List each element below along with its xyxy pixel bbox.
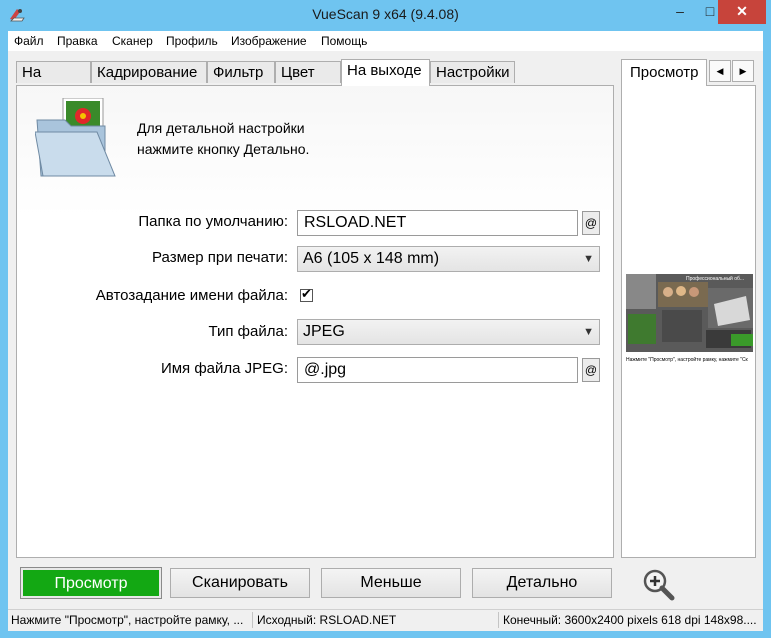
window-title: VueScan 9 x64 (9.4.08): [312, 6, 459, 22]
tab-preview[interactable]: Просмотр: [621, 59, 707, 86]
less-button[interactable]: Меньше: [321, 568, 461, 598]
menu-profile[interactable]: Профиль: [166, 34, 218, 48]
folder-at-button[interactable]: @: [582, 211, 600, 235]
status-bar: Нажмите "Просмотр", настройте рамку, ...…: [8, 609, 763, 631]
file-type-label: Тип файла:: [208, 323, 289, 340]
preview-thumbnail[interactable]: Профессиональный об... Нажмите "Просмотр…: [626, 274, 753, 368]
print-size-select[interactable]: A6 (105 x 148 mm) ▼: [297, 246, 600, 272]
folder-photo-icon: [35, 98, 116, 177]
menu-scanner[interactable]: Сканер: [112, 34, 153, 48]
auto-filename-label: Автозадание имени файла:: [95, 287, 288, 304]
file-type-value: JPEG: [303, 323, 345, 340]
tab-color[interactable]: Цвет: [275, 61, 341, 83]
thumbnail-collage-image: [626, 274, 753, 352]
status-instructions: Нажмите "Просмотр", настройте рамку, ...: [11, 613, 244, 627]
default-folder-label: Папка по умолчанию:: [138, 213, 288, 230]
app-window: VueScan 9 x64 (9.4.08) – □ ✕ Файл Правка…: [0, 0, 771, 638]
checkmark-icon: ✔: [301, 286, 312, 301]
chevron-down-icon: ▼: [583, 253, 594, 265]
info-line-2: нажмите кнопку Детально.: [137, 141, 310, 157]
print-size-value: A6 (105 x 148 mm): [303, 250, 440, 267]
tab-input[interactable]: На входе: [16, 61, 91, 103]
status-output: Конечный: 3600x2400 pixels 618 dpi 148x9…: [503, 613, 757, 627]
chevron-right-icon[interactable]: ▶: [732, 60, 754, 82]
client-area: Файл Правка Сканер Профиль Изображение П…: [8, 31, 763, 631]
scan-button[interactable]: Сканировать: [170, 568, 310, 598]
zoom-in-icon[interactable]: [641, 567, 677, 603]
tab-filter[interactable]: Фильтр: [207, 61, 275, 83]
tab-crop[interactable]: Кадрирование: [91, 61, 207, 83]
menu-edit[interactable]: Правка: [57, 34, 98, 48]
preview-panel: Профессиональный об... Нажмите "Просмотр…: [621, 85, 756, 558]
menu-bar: Файл Правка Сканер Профиль Изображение П…: [8, 31, 763, 51]
thumbnail-caption: Нажмите "Просмотр", настройте рамку, наж…: [626, 352, 753, 368]
title-bar[interactable]: VueScan 9 x64 (9.4.08) – □ ✕: [0, 0, 771, 30]
status-source: Исходный: RSLOAD.NET: [257, 613, 397, 627]
close-button[interactable]: ✕: [718, 0, 766, 24]
jpeg-at-button[interactable]: @: [582, 358, 600, 382]
menu-file[interactable]: Файл: [14, 34, 44, 48]
jpeg-filename-label: Имя файла JPEG:: [160, 360, 288, 377]
output-settings-panel: Для детальной настройки нажмите кнопку Д…: [16, 85, 614, 558]
chevron-left-icon[interactable]: ◀: [709, 60, 731, 82]
info-line-1: Для детальной настройки: [137, 120, 305, 136]
minimize-button[interactable]: –: [665, 0, 695, 24]
detail-button[interactable]: Детально: [472, 568, 612, 598]
preview-button[interactable]: Просмотр: [20, 567, 162, 599]
jpeg-filename-input[interactable]: [297, 357, 578, 383]
chevron-down-icon: ▼: [583, 326, 594, 338]
thumbnail-title: Профессиональный об...: [686, 276, 745, 282]
tab-settings[interactable]: Настройки: [430, 61, 515, 83]
auto-filename-checkbox[interactable]: ✔: [300, 286, 313, 302]
tab-output[interactable]: На выходе: [341, 59, 430, 86]
menu-help[interactable]: Помощь: [321, 34, 367, 48]
file-type-select[interactable]: JPEG ▼: [297, 319, 600, 345]
status-divider: [498, 612, 499, 628]
default-folder-input[interactable]: [297, 210, 578, 236]
menu-image[interactable]: Изображение: [231, 34, 307, 48]
status-divider: [252, 612, 253, 628]
print-size-label: Размер при печати:: [152, 249, 288, 266]
info-text: Для детальной настройки нажмите кнопку Д…: [137, 118, 309, 160]
